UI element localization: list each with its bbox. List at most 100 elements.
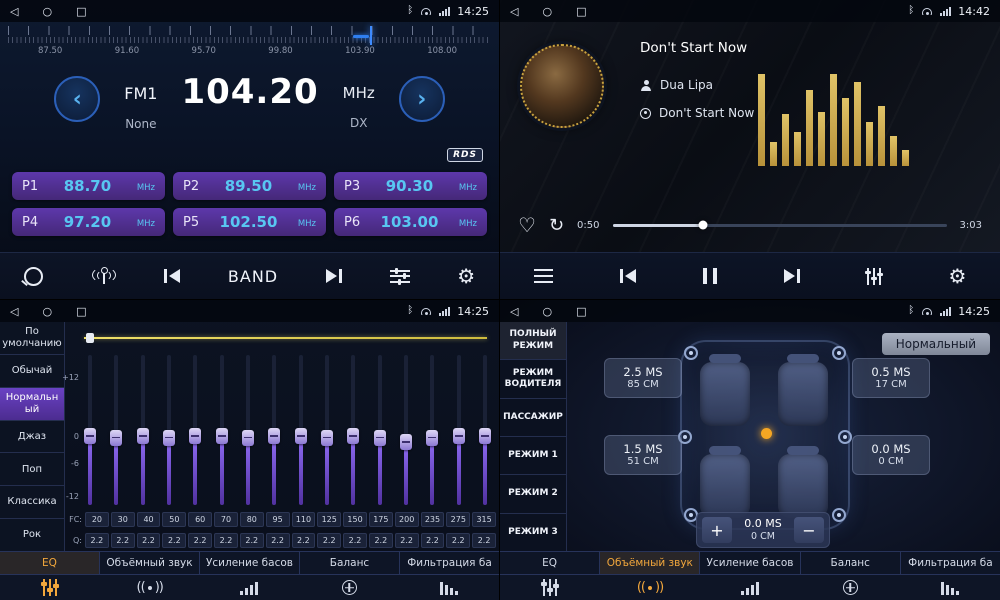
delay-card[interactable]: 1.5 MS 51 CM <box>604 435 682 475</box>
eq-band-slider[interactable] <box>268 355 280 505</box>
tab-item[interactable]: Объёмный звук <box>600 552 700 574</box>
eq-band-slider[interactable] <box>426 355 438 505</box>
equalizer-icon[interactable] <box>867 268 881 285</box>
eq-band-slider[interactable] <box>374 355 386 505</box>
tab-item[interactable]: EQ <box>0 552 100 574</box>
slider-knob[interactable] <box>84 428 96 444</box>
master-level-slider[interactable] <box>84 334 487 342</box>
back-button[interactable]: ◁ <box>510 5 518 18</box>
decrease-button[interactable]: − <box>794 517 824 543</box>
delay-card[interactable]: 0.0 MS 0 CM <box>852 435 930 475</box>
preset-button[interactable]: P5 102.50 MHz <box>173 208 326 236</box>
next-station-icon[interactable] <box>326 269 342 283</box>
search-icon[interactable] <box>24 267 43 286</box>
listening-mode-item[interactable]: РЕЖИМ 1 <box>500 437 566 475</box>
listening-mode-item[interactable]: ПАССАЖИР <box>500 399 566 437</box>
seek-up-button[interactable]: › <box>399 76 445 122</box>
eq-preset-item[interactable]: По умолчанию <box>0 322 64 355</box>
recents-button[interactable]: □ <box>576 305 586 318</box>
eq-preset-item[interactable]: Рок <box>0 519 64 552</box>
tab-item[interactable]: Усиление басов <box>200 552 300 574</box>
preset-button[interactable]: P2 89.50 MHz <box>173 172 326 200</box>
eq-preset-item[interactable]: Поп <box>0 453 64 486</box>
home-button[interactable]: ○ <box>542 305 552 318</box>
eq-band-slider[interactable] <box>242 355 254 505</box>
progress-knob[interactable] <box>698 221 707 230</box>
playlist-icon[interactable] <box>534 269 553 283</box>
back-button[interactable]: ◁ <box>510 305 518 318</box>
back-button[interactable]: ◁ <box>10 305 18 318</box>
repeat-icon[interactable]: ↻ <box>549 215 564 236</box>
back-button[interactable]: ◁ <box>10 5 18 18</box>
slider-knob[interactable] <box>400 434 412 450</box>
prev-station-icon[interactable] <box>164 269 180 283</box>
master-level-knob[interactable] <box>86 333 94 343</box>
eq-preset-item[interactable]: Нормальный <box>0 388 64 421</box>
listening-mode-item[interactable]: РЕЖИМ 3 <box>500 514 566 552</box>
preset-button[interactable]: P6 103.00 MHz <box>334 208 487 236</box>
tab-item[interactable]: Объёмный звук <box>100 552 200 574</box>
eq-band-slider[interactable] <box>347 355 359 505</box>
slider-knob[interactable] <box>216 428 228 444</box>
slider-knob[interactable] <box>321 430 333 446</box>
recents-button[interactable]: □ <box>576 5 586 18</box>
surround-icon[interactable] <box>637 580 663 595</box>
listening-mode-item[interactable]: РЕЖИМ 2 <box>500 475 566 513</box>
listening-mode-item[interactable]: РЕЖИМ ВОДИТЕЛЯ <box>500 360 566 398</box>
eq-band-slider[interactable] <box>400 355 412 505</box>
home-button[interactable]: ○ <box>542 5 552 18</box>
profile-button[interactable]: Нормальный <box>882 333 990 355</box>
tab-item[interactable]: Фильтрация ба <box>901 552 1000 574</box>
band-button[interactable]: BAND <box>228 267 278 286</box>
surround-icon[interactable] <box>137 580 163 595</box>
slider-knob[interactable] <box>453 428 465 444</box>
eq-band-slider[interactable] <box>216 355 228 505</box>
slider-knob[interactable] <box>426 430 438 446</box>
balance-icon[interactable] <box>843 580 858 595</box>
eq-band-slider[interactable] <box>137 355 149 505</box>
eq-preset-item[interactable]: Классика <box>0 486 64 519</box>
tab-item[interactable]: Баланс <box>300 552 400 574</box>
eq-sliders-icon[interactable] <box>543 579 557 596</box>
slider-knob[interactable] <box>242 430 254 446</box>
settings-gear-icon[interactable]: ⚙ <box>948 266 966 286</box>
bass-boost-icon[interactable] <box>741 581 759 595</box>
prev-track-icon[interactable] <box>620 269 636 283</box>
increase-button[interactable]: + <box>702 517 732 543</box>
filter-icon[interactable] <box>941 581 959 595</box>
eq-band-slider[interactable] <box>163 355 175 505</box>
eq-band-slider[interactable] <box>453 355 465 505</box>
listener-position-dot[interactable] <box>761 428 772 439</box>
recents-button[interactable]: □ <box>76 305 86 318</box>
filter-icon[interactable] <box>440 581 458 595</box>
eq-band-slider[interactable] <box>110 355 122 505</box>
eq-band-slider[interactable] <box>84 355 96 505</box>
tab-item[interactable]: EQ <box>500 552 600 574</box>
balance-icon[interactable] <box>342 580 357 595</box>
listening-mode-item[interactable]: ПОЛНЫЙ РЕЖИМ <box>500 322 566 360</box>
slider-knob[interactable] <box>295 428 307 444</box>
pause-icon[interactable] <box>703 268 717 284</box>
slider-knob[interactable] <box>374 430 386 446</box>
eq-band-slider[interactable] <box>479 355 491 505</box>
broadcast-icon[interactable] <box>91 267 117 285</box>
progress-bar[interactable] <box>613 224 947 227</box>
album-art[interactable] <box>520 44 604 128</box>
tab-item[interactable]: Усиление басов <box>700 552 800 574</box>
eq-band-slider[interactable] <box>295 355 307 505</box>
seek-down-button[interactable]: ‹ <box>54 76 100 122</box>
slider-knob[interactable] <box>347 428 359 444</box>
tuner-marker[interactable] <box>370 26 372 45</box>
eq-preset-item[interactable]: Джаз <box>0 421 64 454</box>
preset-button[interactable]: P3 90.30 MHz <box>334 172 487 200</box>
delay-card[interactable]: 2.5 MS 85 CM <box>604 358 682 398</box>
eq-preset-item[interactable]: Обычай <box>0 355 64 388</box>
slider-knob[interactable] <box>268 428 280 444</box>
frequency-ruler[interactable]: 87.5091.6095.7099.80103.90108.00 <box>8 26 491 64</box>
eq-sliders-icon[interactable] <box>43 579 57 596</box>
preset-button[interactable]: P1 88.70 MHz <box>12 172 165 200</box>
mixer-icon[interactable] <box>390 270 410 283</box>
recents-button[interactable]: □ <box>76 5 86 18</box>
settings-gear-icon[interactable]: ⚙ <box>457 266 475 286</box>
eq-band-slider[interactable] <box>321 355 333 505</box>
